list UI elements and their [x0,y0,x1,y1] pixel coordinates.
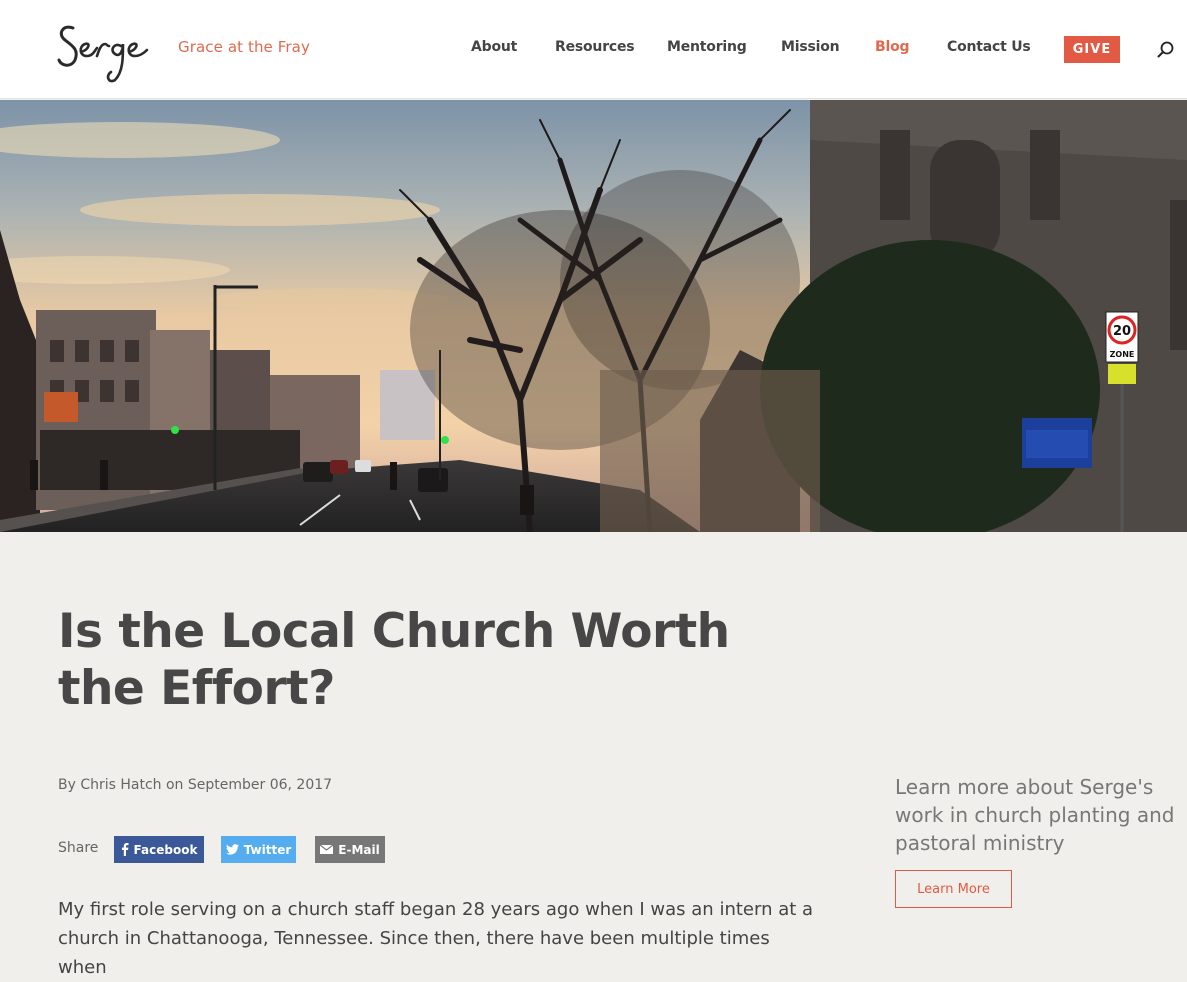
facebook-label: Facebook [133,842,198,857]
nav-item-mission[interactable]: Mission [781,39,840,55]
give-button[interactable]: GIVE [1064,36,1120,63]
nav-item-resources[interactable]: Resources [555,39,635,55]
share-facebook-button[interactable]: Facebook [114,836,204,863]
speed-sign-label: ZONE [1110,350,1135,359]
learn-more-button[interactable]: Learn More [895,870,1012,908]
envelope-icon [320,845,334,854]
email-label: E-Mail [338,842,380,857]
search-icon[interactable] [1156,40,1176,60]
nav-item-contact-us[interactable]: Contact Us [947,39,1031,55]
share-label: Share [58,840,99,856]
twitter-icon [225,844,239,855]
nav-item-mentoring[interactable]: Mentoring [667,39,747,55]
share-twitter-button[interactable]: Twitter [221,836,296,863]
sidebar-promo-text: Learn more about Serge's work in church … [895,775,1175,855]
site-header: Grace at the Fray About Resources Mentor… [0,0,1187,99]
site-tagline: Grace at the Fray [178,38,310,56]
serge-logo[interactable] [55,14,173,86]
nav-item-about[interactable]: About [471,39,517,55]
street-scene-photo: 20 ZONE [0,100,1187,532]
share-email-button[interactable]: E-Mail [315,836,385,863]
speed-sign-number: 20 [1113,324,1131,339]
article-title: Is the Local Church Worth the Effort? [58,604,730,716]
hero-image: 20 ZONE [0,100,1187,532]
article-body: My first role serving on a church staff … [58,899,814,978]
nav-item-blog[interactable]: Blog [875,39,910,55]
facebook-icon [121,843,129,856]
article-byline: By Chris Hatch on September 06, 2017 [58,777,333,793]
twitter-label: Twitter [243,842,292,857]
